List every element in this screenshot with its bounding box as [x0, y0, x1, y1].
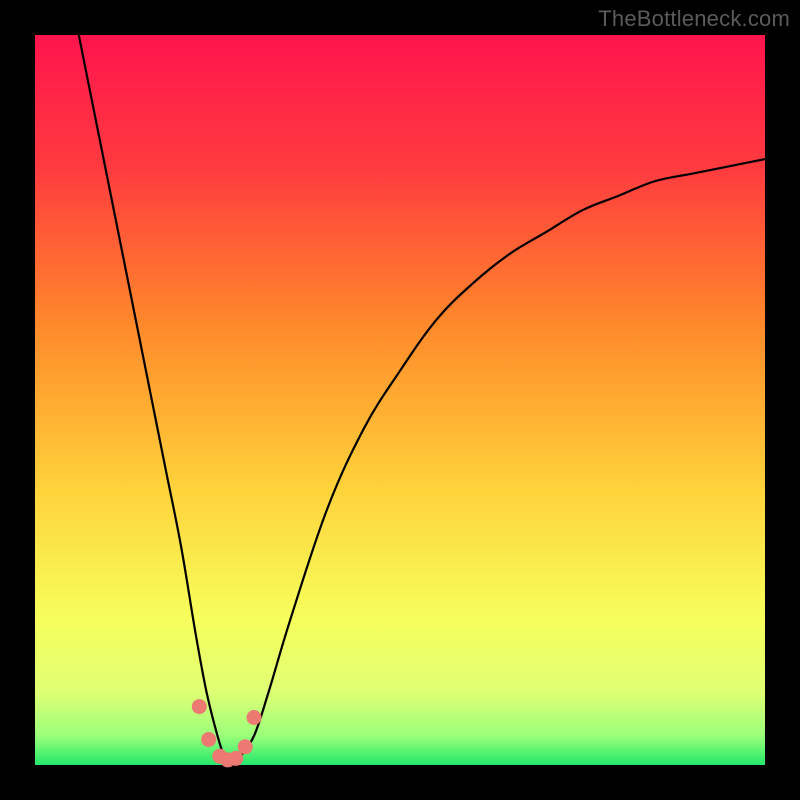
image-frame: TheBottleneck.com — [0, 0, 800, 800]
curve-marker — [201, 732, 216, 747]
curve-marker — [228, 751, 243, 766]
curve-marker — [192, 699, 207, 714]
watermark-text: TheBottleneck.com — [598, 6, 790, 32]
curve-markers — [192, 699, 262, 767]
curve-marker — [247, 710, 262, 725]
chart-svg — [35, 35, 765, 765]
curve-marker — [238, 739, 253, 754]
plot-area — [35, 35, 765, 765]
bottleneck-curve — [79, 35, 765, 765]
